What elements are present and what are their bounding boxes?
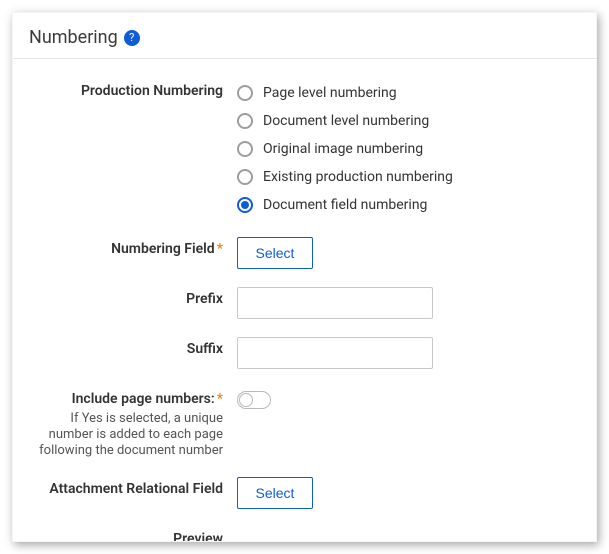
label-preview: Preview xyxy=(29,527,237,542)
radio-group: Page level numbering Document level numb… xyxy=(237,79,580,219)
select-attachment-field-button[interactable]: Select xyxy=(237,477,313,509)
select-numbering-field-button[interactable]: Select xyxy=(237,237,313,269)
numbering-form: Production Numbering Page level numberin… xyxy=(13,59,596,542)
include-page-numbers-toggle[interactable] xyxy=(237,391,271,409)
row-prefix: Prefix xyxy=(29,287,580,319)
row-suffix: Suffix xyxy=(29,337,580,369)
panel-title: Numbering xyxy=(29,27,118,48)
radio-label: Document level numbering xyxy=(263,113,429,129)
row-production-numbering: Production Numbering Page level numberin… xyxy=(29,79,580,219)
label-suffix: Suffix xyxy=(29,337,237,359)
radio-label: Document field numbering xyxy=(263,197,427,213)
suffix-input[interactable] xyxy=(237,337,433,369)
radio-icon xyxy=(237,85,253,101)
radio-label: Page level numbering xyxy=(263,85,397,101)
label-production-numbering: Production Numbering xyxy=(29,79,237,101)
radio-page-level[interactable]: Page level numbering xyxy=(237,79,580,107)
radio-icon xyxy=(237,197,253,213)
prefix-input[interactable] xyxy=(237,287,433,319)
row-numbering-field: Numbering Field* Select xyxy=(29,237,580,269)
help-icon[interactable]: ? xyxy=(124,30,140,46)
radio-original-image[interactable]: Original image numbering xyxy=(237,135,580,163)
required-marker: * xyxy=(217,241,223,257)
radio-label: Existing production numbering xyxy=(263,169,453,185)
radio-icon xyxy=(237,113,253,129)
row-attachment-relational-field: Attachment Relational Field Select xyxy=(29,477,580,509)
row-include-page-numbers: Include page numbers:* If Yes is selecte… xyxy=(29,387,580,459)
radio-document-field[interactable]: Document field numbering xyxy=(237,191,580,219)
label-prefix: Prefix xyxy=(29,287,237,309)
label-attachment-relational-field: Attachment Relational Field xyxy=(29,477,237,499)
numbering-panel: Numbering ? Production Numbering Page le… xyxy=(12,12,597,542)
radio-icon xyxy=(237,169,253,185)
panel-header: Numbering ? xyxy=(13,13,596,59)
radio-label: Original image numbering xyxy=(263,141,423,157)
hint-include-page-numbers: If Yes is selected, a unique number is a… xyxy=(29,411,223,460)
radio-icon xyxy=(237,141,253,157)
label-include-page-numbers: Include page numbers:* If Yes is selecte… xyxy=(29,387,237,459)
row-preview: Preview xyxy=(29,527,580,542)
radio-existing-production[interactable]: Existing production numbering xyxy=(237,163,580,191)
required-marker: * xyxy=(217,391,223,407)
radio-document-level[interactable]: Document level numbering xyxy=(237,107,580,135)
label-numbering-field: Numbering Field* xyxy=(29,237,237,259)
